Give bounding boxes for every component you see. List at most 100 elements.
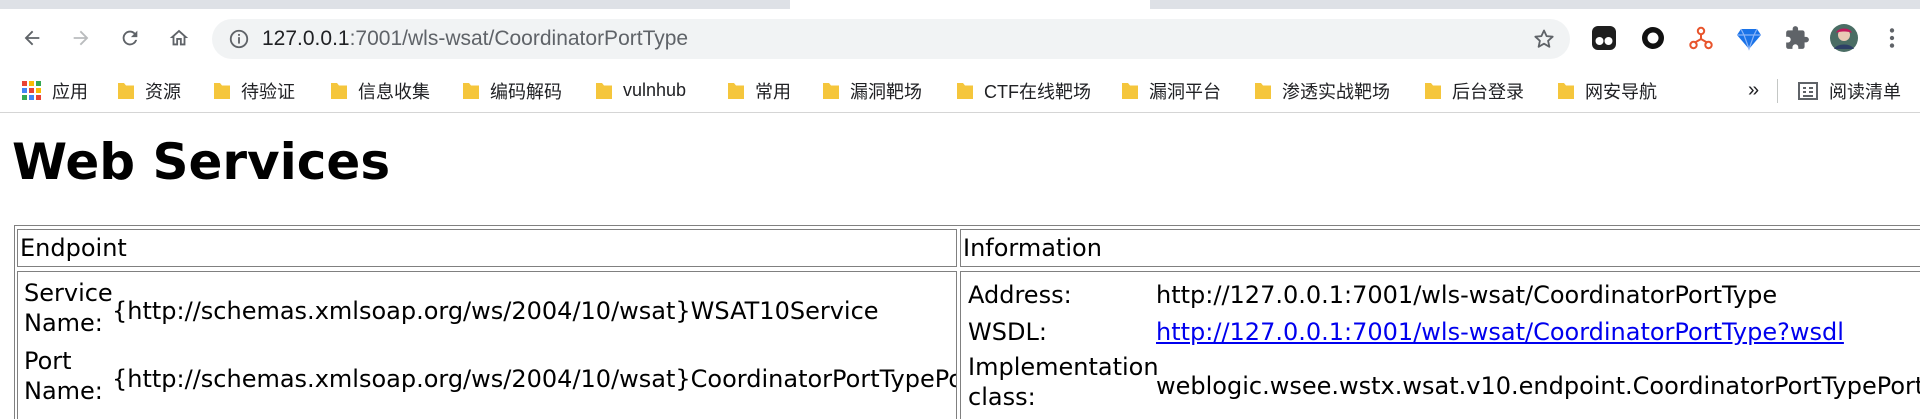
bookmark-label: 信息收集: [358, 81, 430, 102]
label-line: Name:: [24, 377, 103, 405]
wsdl-link[interactable]: http://127.0.0.1:7001/wls-wsat/Coordinat…: [1156, 316, 1844, 348]
bookmark-label: 渗透实战靶场: [1282, 81, 1390, 102]
bookmark-label: 漏洞靶场: [850, 81, 922, 102]
home-icon: [169, 29, 189, 46]
bookmark-folder[interactable]: 后台登录: [1424, 68, 1524, 113]
folder-icon: [957, 82, 973, 99]
folder-icon: [118, 82, 134, 99]
circle-extension[interactable]: [1637, 22, 1669, 54]
url-text[interactable]: 127.0.0.1:7001/wls-wsat/CoordinatorPortT…: [262, 19, 688, 59]
bookmark-label: 漏洞平台: [1149, 81, 1221, 102]
bookmark-label: 常用: [755, 81, 791, 102]
wsdl-label: WSDL:: [968, 318, 1047, 346]
back-button[interactable]: [15, 21, 49, 55]
diamond-icon: [1737, 28, 1761, 51]
network-tree-icon: [1689, 26, 1713, 50]
port-name-label: Port Name:: [24, 346, 103, 406]
tampermonkey-extension[interactable]: [1588, 22, 1620, 54]
label-line: Implementation: [968, 353, 1159, 381]
reload-icon: [122, 30, 138, 46]
puzzle-icon: [1786, 26, 1809, 49]
bookmark-label: 应用: [52, 81, 88, 102]
bookmark-folder[interactable]: vulnhub: [595, 68, 686, 113]
implementation-class-value: weblogic.wsee.wstx.wsat.v10.endpoint.Coo…: [1156, 372, 1920, 400]
forward-button[interactable]: [64, 21, 98, 55]
profile-button[interactable]: [1828, 22, 1860, 54]
bookmark-label: 待验证: [241, 81, 295, 102]
reload-button[interactable]: [113, 21, 147, 55]
label-line: Port: [24, 347, 72, 375]
bookmark-label: 资源: [145, 81, 181, 102]
kebab-menu-icon: [1889, 28, 1895, 48]
bookmark-folder[interactable]: 信息收集: [330, 68, 430, 113]
home-button[interactable]: [162, 21, 196, 55]
url-port: :7001: [349, 27, 403, 50]
bookmarks-bar: 应用 资源 待验证 信息收集 编码解码 vulnhub 常用 漏洞靶场 CTF在…: [0, 68, 1920, 113]
tampermonkey-icon: [1592, 26, 1616, 50]
bookmark-folder[interactable]: 漏洞靶场: [822, 68, 922, 113]
bookmark-folder[interactable]: 待验证: [213, 68, 295, 113]
overflow-chevron-icon: »: [1748, 79, 1760, 101]
bookmark-label: 后台登录: [1452, 81, 1524, 102]
apps-grid-icon: [22, 80, 42, 101]
browser-menu-button[interactable]: [1876, 22, 1908, 54]
folder-icon: [1122, 82, 1138, 99]
endpoint-header: Endpoint: [17, 229, 957, 267]
url-path: /wls-wsat/CoordinatorPortType: [402, 27, 689, 50]
bookmark-label: 网安导航: [1585, 81, 1657, 102]
browser-toolbar: 127.0.0.1:7001/wls-wsat/CoordinatorPortT…: [0, 9, 1920, 68]
extensions-button[interactable]: [1781, 22, 1813, 54]
services-table: Endpoint Information Service Name: {http…: [14, 225, 1920, 419]
port-name-value: {http://schemas.xmlsoap.org/ws/2004/10/w…: [112, 365, 957, 393]
folder-icon: [1425, 82, 1441, 99]
reading-list-label: 阅读清单: [1829, 81, 1901, 102]
active-tab[interactable]: [790, 0, 1150, 9]
forward-arrow-icon: [73, 30, 89, 46]
bookmark-folder[interactable]: 常用: [727, 68, 791, 113]
diamond-extension[interactable]: [1733, 22, 1765, 54]
bookmarks-overflow-button[interactable]: »: [1748, 68, 1759, 113]
folder-icon: [1255, 82, 1271, 99]
bookmark-folder[interactable]: 网安导航: [1557, 68, 1657, 113]
back-arrow-icon: [24, 30, 40, 46]
label-line: class:: [968, 383, 1036, 411]
address-bar[interactable]: 127.0.0.1:7001/wls-wsat/CoordinatorPortT…: [212, 19, 1570, 59]
label-line: Service: [24, 279, 113, 307]
endpoint-cell: Service Name: {http://schemas.xmlsoap.or…: [17, 271, 957, 419]
bookmark-apps[interactable]: 应用: [22, 68, 88, 113]
url-host: 127.0.0.1: [262, 27, 350, 50]
folder-icon: [728, 82, 744, 99]
information-header: Information: [960, 229, 1920, 267]
service-name-value: {http://schemas.xmlsoap.org/ws/2004/10/w…: [112, 297, 879, 325]
information-cell: Address: http://127.0.0.1:7001/wls-wsat/…: [960, 271, 1920, 419]
bookmark-folder[interactable]: 漏洞平台: [1121, 68, 1221, 113]
service-name-label: Service Name:: [24, 278, 113, 338]
folder-icon: [1558, 82, 1574, 99]
circle-extension-icon: [1642, 27, 1664, 49]
bookmark-folder[interactable]: 渗透实战靶场: [1254, 68, 1390, 113]
info-icon[interactable]: [228, 28, 250, 50]
bookmark-label: CTF在线靶场: [984, 81, 1091, 102]
bookmark-folder[interactable]: 资源: [117, 68, 181, 113]
avatar: [1830, 24, 1858, 52]
network-tree-extension[interactable]: [1685, 22, 1717, 54]
reading-list-button[interactable]: 阅读清单: [1797, 68, 1901, 113]
bookmark-label: 编码解码: [490, 81, 562, 102]
page-title: Web Services: [12, 133, 391, 191]
implementation-class-label: Implementation class:: [968, 352, 1159, 412]
label-line: Name:: [24, 309, 103, 337]
bookmark-folder[interactable]: 编码解码: [462, 68, 562, 113]
bookmark-folder[interactable]: CTF在线靶场: [956, 68, 1091, 113]
folder-icon: [214, 82, 230, 99]
address-label: Address:: [968, 281, 1072, 309]
folder-icon: [463, 82, 479, 99]
reading-list-icon: [1798, 81, 1818, 100]
bookmark-star-icon[interactable]: [1532, 27, 1556, 51]
folder-icon: [823, 82, 839, 99]
address-value: http://127.0.0.1:7001/wls-wsat/Coordinat…: [1156, 281, 1778, 309]
bookmarks-divider: [1777, 79, 1778, 103]
bookmark-label: vulnhub: [623, 80, 687, 100]
tab-strip: [0, 0, 1920, 9]
folder-icon: [331, 82, 347, 99]
folder-icon: [596, 82, 612, 99]
